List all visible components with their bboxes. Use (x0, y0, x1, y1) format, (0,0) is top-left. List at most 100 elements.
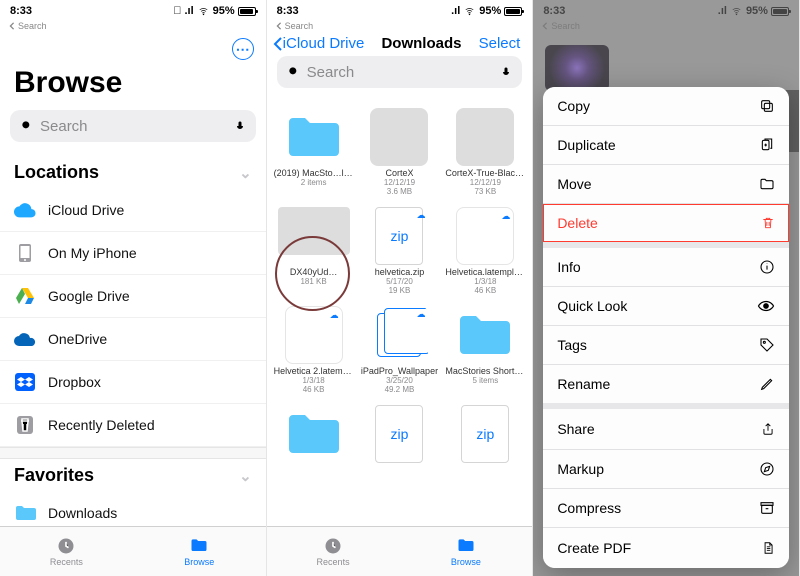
file-item[interactable]: ☁︎ iPadPro_Wallpaper 3/25/20 49.2 MB (357, 300, 443, 399)
clock-icon (56, 536, 76, 556)
select-button[interactable]: Select (479, 35, 521, 52)
search-field[interactable]: Search (277, 56, 523, 88)
folder-title: Downloads (381, 35, 461, 52)
zip-icon: zip (375, 405, 423, 463)
file-item[interactable]: zip☁︎ helvetica.zip 5/17/20 19 KB (357, 201, 443, 300)
section-locations[interactable]: Locations ⌄ (0, 156, 266, 189)
menu-share[interactable]: Share (543, 409, 789, 450)
file-item[interactable]: ☁︎ Helvetica 2.latemplate 1/3/18 46 KB (271, 300, 357, 399)
tab-browse[interactable]: Browse (133, 527, 266, 576)
icloud-icon (14, 199, 36, 221)
page-title: Browse (0, 31, 266, 110)
file-item[interactable]: zip (442, 399, 528, 468)
location-google-drive[interactable]: Google Drive (0, 275, 266, 318)
tag-icon (759, 337, 775, 353)
file-item[interactable] (271, 399, 357, 468)
tab-browse[interactable]: Browse (399, 527, 532, 576)
status-bar: 8:33 .ıl 95% (533, 0, 799, 20)
status-bar: 8:33 .ıl 95% (267, 0, 533, 20)
tab-bar: Recents Browse (0, 526, 266, 576)
menu-markup[interactable]: Markup (543, 450, 789, 489)
battery-pct: 95% (213, 5, 235, 17)
google-drive-icon (14, 285, 36, 307)
file-item[interactable]: (2019) MacSto…llpapers 2 items (271, 102, 357, 201)
signal-icon: 􀙇 (173, 5, 181, 17)
image-thumbnail (456, 108, 514, 166)
search-field[interactable]: Search (10, 110, 256, 142)
location-dropbox[interactable]: Dropbox (0, 361, 266, 404)
battery-pct: 95% (479, 5, 501, 17)
status-bar: 8:33 􀙇 .ıl 95% (0, 0, 266, 20)
more-button[interactable]: ⋯ (232, 38, 254, 60)
status-time: 8:33 (10, 5, 32, 17)
tab-recents[interactable]: Recents (0, 527, 133, 576)
menu-info[interactable]: Info (543, 248, 789, 287)
menu-create-pdf[interactable]: Create PDF (543, 528, 789, 568)
search-icon (287, 65, 301, 79)
trash-icon (14, 414, 36, 436)
selected-thumbnail (545, 45, 609, 91)
share-icon (761, 420, 775, 438)
file-item[interactable]: CorteX-True-Black-Neon 12/12/19 73 KB (442, 102, 528, 201)
section-favorites[interactable]: Favorites ⌄ (0, 459, 266, 492)
wifi-icon (463, 6, 476, 16)
file-item[interactable]: CorteX 12/12/19 3.6 MB (357, 102, 443, 201)
battery-icon (771, 7, 789, 16)
menu-copy[interactable]: Copy (543, 87, 789, 126)
status-right: .ıl 95% (451, 5, 522, 17)
search-placeholder: Search (307, 64, 501, 81)
menu-move[interactable]: Move (543, 165, 789, 204)
folder-icon (189, 536, 209, 556)
menu-compress[interactable]: Compress (543, 489, 789, 528)
doc-thumbnail: ☁︎ (285, 306, 343, 364)
folder-icon (285, 114, 343, 160)
menu-rename[interactable]: Rename (543, 365, 789, 403)
folder-icon (14, 502, 36, 524)
ellipsis-icon: ⋯ (232, 38, 254, 60)
menu-delete[interactable]: Delete (543, 204, 789, 242)
nav-back-search[interactable]: Search (0, 20, 266, 31)
onedrive-icon (14, 328, 36, 350)
wifi-icon (730, 6, 743, 16)
wifi-icon (197, 6, 210, 16)
cloud-icon: ☁︎ (416, 210, 425, 221)
folder-icon (456, 312, 514, 358)
location-recently-deleted[interactable]: Recently Deleted (0, 404, 266, 447)
location-on-my-iphone[interactable]: On My iPhone (0, 232, 266, 275)
clock-icon (323, 536, 343, 556)
file-item[interactable]: zip (357, 399, 443, 468)
chevron-down-icon: ⌄ (239, 467, 252, 485)
nav-back-search: Search (533, 20, 799, 31)
pdf-icon (761, 539, 775, 557)
context-menu: Copy Duplicate Move Delete Info Quick Lo… (543, 87, 789, 568)
menu-tags[interactable]: Tags (543, 326, 789, 365)
cloud-icon: ☁︎ (501, 211, 510, 222)
info-icon (759, 259, 775, 275)
location-icloud-drive[interactable]: iCloud Drive (0, 189, 266, 232)
nav-back-search[interactable]: Search (267, 20, 533, 31)
battery-icon (504, 7, 522, 16)
mic-icon[interactable] (500, 64, 512, 80)
file-item[interactable]: MacStories Shortcuts Icons 5 items (442, 300, 528, 399)
image-thumbnail (370, 108, 428, 166)
back-button[interactable]: iCloud Drive (273, 35, 365, 52)
archive-icon (759, 500, 775, 516)
tab-bar: Recents Browse (267, 526, 533, 576)
file-item[interactable]: ☁︎ Helvetica.latemplate 1/3/18 46 KB (442, 201, 528, 300)
status-time: 8:33 (277, 5, 299, 17)
pencil-icon (759, 376, 775, 392)
trash-icon (761, 215, 775, 231)
pane-context-menu: 8:33 .ıl 95% Search Copy Duplicate Move … (533, 0, 800, 576)
menu-duplicate[interactable]: Duplicate (543, 126, 789, 165)
mic-icon[interactable] (234, 118, 246, 134)
tab-recents[interactable]: Recents (267, 527, 400, 576)
copy-icon (759, 98, 775, 114)
folder-icon (285, 411, 343, 457)
eye-icon (757, 300, 775, 312)
menu-quick-look[interactable]: Quick Look (543, 287, 789, 326)
battery-icon (238, 7, 256, 16)
markup-icon (759, 461, 775, 477)
location-onedrive[interactable]: OneDrive (0, 318, 266, 361)
search-icon (20, 119, 34, 133)
nav-bar: iCloud Drive Downloads Select (267, 31, 533, 56)
